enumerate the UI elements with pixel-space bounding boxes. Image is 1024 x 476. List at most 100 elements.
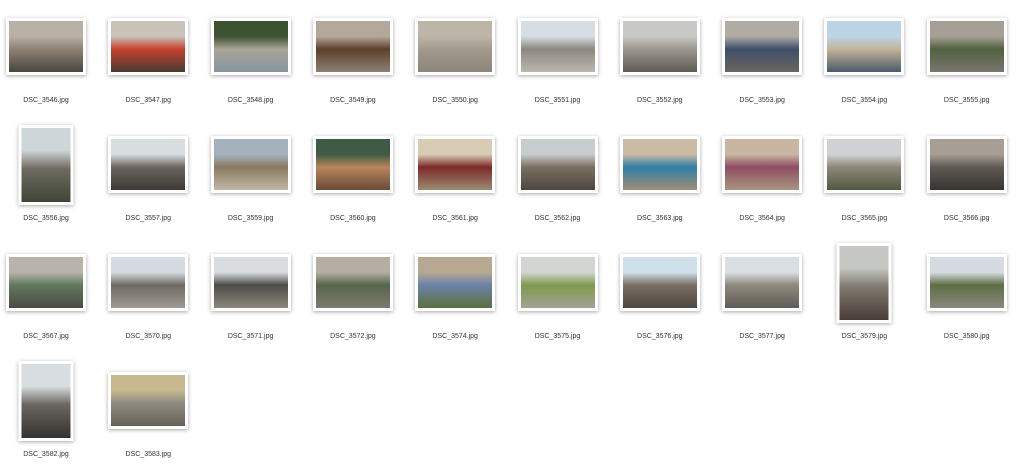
file-item[interactable]: DSC_3557.jpg (97, 122, 199, 240)
file-item[interactable]: DSC_3551.jpg (507, 4, 609, 122)
file-thumbnail[interactable] (210, 254, 291, 311)
file-item[interactable]: DSC_3572.jpg (302, 240, 404, 358)
file-thumbnail[interactable] (619, 254, 700, 311)
photo-preview (315, 21, 390, 72)
file-name-label[interactable]: DSC_3549.jpg (302, 97, 404, 104)
file-name-label[interactable]: DSC_3579.jpg (813, 333, 915, 340)
file-name-label[interactable]: DSC_3571.jpg (200, 333, 302, 340)
file-item[interactable]: DSC_3561.jpg (404, 122, 506, 240)
file-name-label[interactable]: DSC_3570.jpg (97, 333, 199, 340)
file-thumbnail[interactable] (18, 125, 74, 205)
file-item[interactable]: DSC_3550.jpg (404, 4, 506, 122)
file-name-label[interactable]: DSC_3583.jpg (97, 451, 199, 458)
file-item[interactable]: DSC_3575.jpg (507, 240, 609, 358)
file-name-label[interactable]: DSC_3550.jpg (404, 97, 506, 104)
file-item[interactable]: DSC_3574.jpg (404, 240, 506, 358)
file-name-label[interactable]: DSC_3577.jpg (711, 333, 813, 340)
file-item[interactable]: DSC_3580.jpg (916, 240, 1018, 358)
file-item[interactable]: DSC_3570.jpg (97, 240, 199, 358)
file-item[interactable]: DSC_3553.jpg (711, 4, 813, 122)
file-item[interactable]: DSC_3582.jpg (0, 358, 97, 476)
file-thumbnail[interactable] (312, 136, 393, 193)
file-name-label[interactable]: DSC_3547.jpg (97, 97, 199, 104)
file-item[interactable]: DSC_3567.jpg (0, 240, 97, 358)
file-name-label[interactable]: DSC_3554.jpg (813, 97, 915, 104)
file-thumbnail[interactable] (312, 18, 393, 75)
file-thumbnail[interactable] (619, 18, 700, 75)
file-thumbnail[interactable] (824, 18, 905, 75)
file-name-label[interactable]: DSC_3562.jpg (507, 215, 609, 222)
file-item[interactable]: DSC_3549.jpg (302, 4, 404, 122)
file-name-label[interactable]: DSC_3564.jpg (711, 215, 813, 222)
file-thumbnail[interactable] (722, 254, 803, 311)
file-name-label[interactable]: DSC_3572.jpg (302, 333, 404, 340)
photo-preview (111, 375, 186, 426)
file-item[interactable]: DSC_3562.jpg (507, 122, 609, 240)
file-thumbnail[interactable] (926, 136, 1007, 193)
file-thumbnail[interactable] (6, 254, 86, 311)
file-name-label[interactable]: DSC_3582.jpg (0, 451, 97, 458)
file-thumbnail[interactable] (108, 372, 189, 429)
file-name-label[interactable]: DSC_3576.jpg (609, 333, 711, 340)
file-item[interactable]: DSC_3552.jpg (609, 4, 711, 122)
file-thumbnail[interactable] (926, 254, 1007, 311)
file-name-label[interactable]: DSC_3575.jpg (507, 333, 609, 340)
file-thumbnail[interactable] (415, 136, 496, 193)
file-thumbnail[interactable] (517, 254, 598, 311)
file-item[interactable]: DSC_3564.jpg (711, 122, 813, 240)
file-name-label[interactable]: DSC_3566.jpg (916, 215, 1018, 222)
file-item[interactable]: DSC_3556.jpg (0, 122, 97, 240)
file-name-label[interactable]: DSC_3580.jpg (916, 333, 1018, 340)
file-thumbnail[interactable] (108, 136, 189, 193)
file-name-label[interactable]: DSC_3556.jpg (0, 215, 97, 222)
file-thumbnail[interactable] (210, 136, 291, 193)
file-name-label[interactable]: DSC_3551.jpg (507, 97, 609, 104)
file-name-label[interactable]: DSC_3565.jpg (813, 215, 915, 222)
file-thumbnail[interactable] (722, 18, 803, 75)
file-name-label[interactable]: DSC_3548.jpg (200, 97, 302, 104)
file-item[interactable]: DSC_3560.jpg (302, 122, 404, 240)
file-item[interactable]: DSC_3577.jpg (711, 240, 813, 358)
file-thumbnail[interactable] (415, 18, 496, 75)
file-name-label[interactable]: DSC_3567.jpg (0, 333, 97, 340)
file-item[interactable]: DSC_3563.jpg (609, 122, 711, 240)
file-item[interactable]: DSC_3571.jpg (200, 240, 302, 358)
file-thumbnail[interactable] (517, 136, 598, 193)
file-thumbnail[interactable] (210, 18, 291, 75)
file-item[interactable]: DSC_3554.jpg (813, 4, 915, 122)
file-thumbnail[interactable] (824, 136, 905, 193)
file-thumbnail[interactable] (108, 254, 189, 311)
file-thumbnail[interactable] (926, 18, 1007, 75)
file-item[interactable]: DSC_3555.jpg (916, 4, 1018, 122)
file-item[interactable]: DSC_3565.jpg (813, 122, 915, 240)
file-thumbnail[interactable] (415, 254, 496, 311)
file-name-label[interactable]: DSC_3574.jpg (404, 333, 506, 340)
file-item[interactable]: DSC_3548.jpg (200, 4, 302, 122)
file-name-label[interactable]: DSC_3553.jpg (711, 97, 813, 104)
file-thumbnail[interactable] (722, 136, 803, 193)
file-thumbnail[interactable] (619, 136, 700, 193)
file-name-label[interactable]: DSC_3552.jpg (609, 97, 711, 104)
file-thumbnail[interactable] (108, 18, 189, 75)
file-name-label[interactable]: DSC_3546.jpg (0, 97, 97, 104)
file-thumbnail[interactable] (312, 254, 393, 311)
file-thumbnail[interactable] (18, 361, 74, 441)
file-item[interactable]: DSC_3566.jpg (916, 122, 1018, 240)
file-name-label[interactable]: DSC_3559.jpg (200, 215, 302, 222)
file-thumbnail[interactable] (517, 18, 598, 75)
file-item[interactable]: DSC_3547.jpg (97, 4, 199, 122)
file-name-label[interactable]: DSC_3560.jpg (302, 215, 404, 222)
file-item[interactable]: DSC_3579.jpg (813, 240, 915, 358)
photo-preview (9, 257, 83, 308)
file-item[interactable]: DSC_3583.jpg (97, 358, 199, 476)
file-thumbnail[interactable] (6, 18, 86, 75)
file-item[interactable]: DSC_3576.jpg (609, 240, 711, 358)
file-thumbnail[interactable] (836, 243, 892, 323)
file-name-label[interactable]: DSC_3561.jpg (404, 215, 506, 222)
file-name-label[interactable]: DSC_3557.jpg (97, 215, 199, 222)
file-item[interactable]: DSC_3546.jpg (0, 4, 97, 122)
photo-preview (21, 364, 71, 438)
file-name-label[interactable]: DSC_3563.jpg (609, 215, 711, 222)
file-item[interactable]: DSC_3559.jpg (200, 122, 302, 240)
file-name-label[interactable]: DSC_3555.jpg (916, 97, 1018, 104)
